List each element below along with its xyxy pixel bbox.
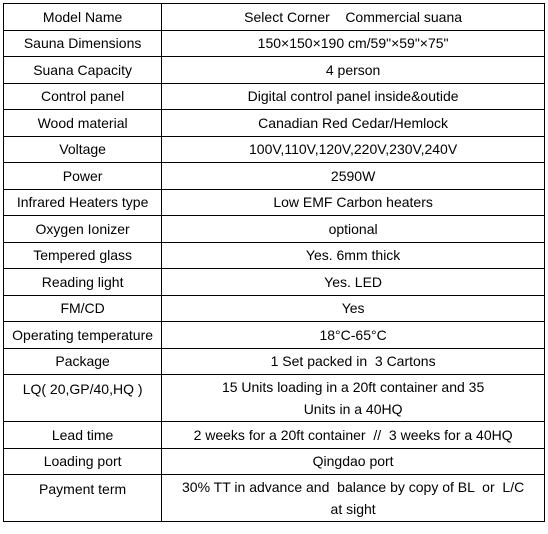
row-label: Suana Capacity [2, 56, 163, 84]
row-value: Yes [161, 294, 545, 322]
row-value: Yes. LED [161, 268, 545, 296]
table-row: LQ( 20,GP/40,HQ ) 15 Units loading in a … [2, 374, 545, 422]
spec-table: Model Name Select Corner Commercial suan… [2, 3, 545, 522]
row-value: 2 weeks for a 20ft container // 3 weeks … [161, 421, 545, 449]
table-row: Power 2590W [2, 162, 545, 190]
row-value-line: at sight [330, 501, 376, 517]
row-label: Oxygen Ionizer [2, 215, 163, 243]
row-value: Low EMF Carbon heaters [161, 188, 545, 216]
table-row: Suana Capacity 4 person [2, 56, 545, 84]
row-value: Select Corner Commercial suana [161, 3, 545, 31]
row-label: Wood material [2, 109, 163, 137]
row-label: Lead time [2, 421, 163, 449]
row-value: 18°C-65°C [161, 321, 545, 349]
row-label: Power [2, 162, 163, 190]
row-value: 1 Set packed in 3 Cartons [161, 347, 545, 375]
table-row: Wood material Canadian Red Cedar/Hemlock [2, 109, 545, 137]
table-row: Lead time 2 weeks for a 20ft container /… [2, 421, 545, 449]
table-row: Oxygen Ionizer optional [2, 215, 545, 243]
row-value: Canadian Red Cedar/Hemlock [161, 109, 545, 137]
row-value: optional [161, 215, 545, 243]
row-label: Loading port [2, 447, 163, 475]
table-row: Payment term 30% TT in advance and balan… [2, 474, 545, 522]
table-row: Sauna Dimensions 150×150×190 cm/59"×59"×… [2, 29, 545, 57]
row-value: 150×150×190 cm/59"×59"×75" [161, 29, 545, 57]
row-value: Yes. 6mm thick [161, 241, 545, 269]
row-label: Operating temperature [2, 321, 163, 349]
row-label: Sauna Dimensions [2, 29, 163, 57]
row-value: 30% TT in advance and balance by copy of… [161, 474, 545, 522]
row-label: Infrared Heaters type [2, 188, 163, 216]
table-row: Voltage 100V,110V,120V,220V,230V,240V [2, 135, 545, 163]
row-value: Qingdao port [161, 447, 545, 475]
row-value-line: Units in a 40HQ [303, 401, 403, 417]
row-label: Model Name [2, 3, 163, 31]
row-label: Control panel [2, 82, 163, 110]
table-row: Infrared Heaters type Low EMF Carbon hea… [2, 188, 545, 216]
row-label: Payment term [2, 474, 163, 522]
table-row: Model Name Select Corner Commercial suan… [2, 3, 545, 31]
row-value: 4 person [161, 56, 545, 84]
table-row: Tempered glass Yes. 6mm thick [2, 241, 545, 269]
table-row: Reading light Yes. LED [2, 268, 545, 296]
row-value-line: 30% TT in advance and balance by copy of… [182, 479, 525, 495]
row-value-line: 15 Units loading in a 20ft container and… [221, 379, 485, 395]
row-label: Voltage [2, 135, 163, 163]
row-value: Digital control panel inside&outide [161, 82, 545, 110]
row-label: Tempered glass [2, 241, 163, 269]
table-row: Control panel Digital control panel insi… [2, 82, 545, 110]
row-value: 15 Units loading in a 20ft container and… [161, 374, 545, 422]
row-label: LQ( 20,GP/40,HQ ) [2, 374, 163, 422]
table-row: Package 1 Set packed in 3 Cartons [2, 347, 545, 375]
row-label: Package [2, 347, 163, 375]
row-label: Reading light [2, 268, 163, 296]
table-row: Loading port Qingdao port [2, 447, 545, 475]
table-row: FM/CD Yes [2, 294, 545, 322]
table-row: Operating temperature 18°C-65°C [2, 321, 545, 349]
row-value: 2590W [161, 162, 545, 190]
row-value: 100V,110V,120V,220V,230V,240V [161, 135, 545, 163]
row-label: FM/CD [2, 294, 163, 322]
